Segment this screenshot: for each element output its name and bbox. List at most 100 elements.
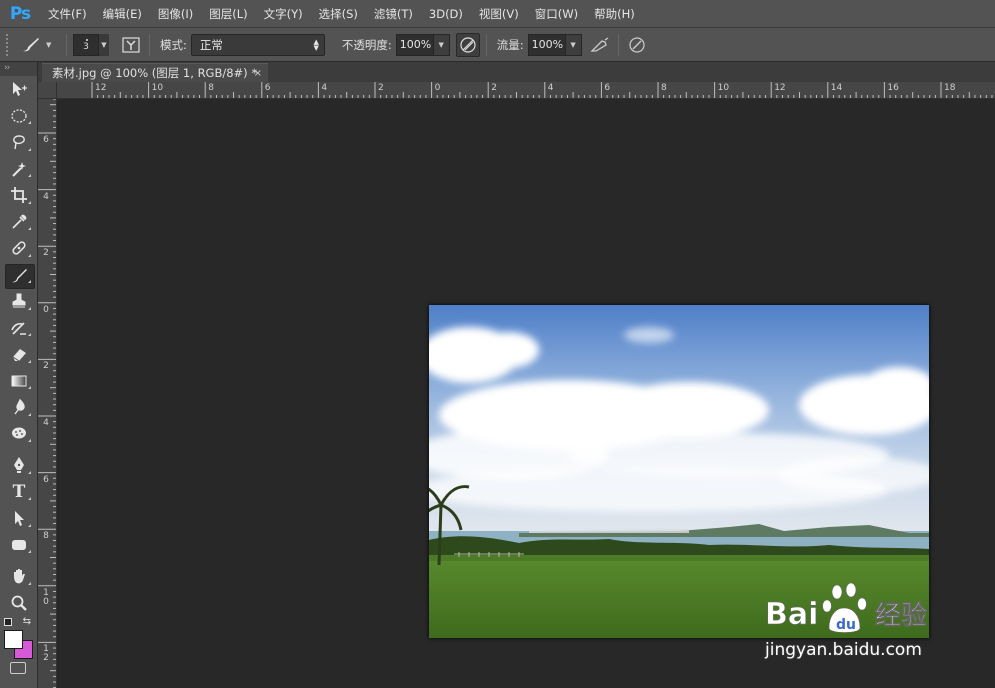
document-tab[interactable]: 素材.jpg @ 100% (图层 1, RGB/8#) * × [42, 63, 268, 82]
menu-file[interactable]: 文件(F) [40, 0, 95, 28]
rounded-rectangle-icon [12, 539, 26, 550]
eyedropper-icon [12, 214, 27, 229]
tool-group-indicator [28, 147, 31, 151]
sponge-icon [12, 427, 26, 439]
document-tab-bar: 素材.jpg @ 100% (图层 1, RGB/8#) * × [38, 62, 995, 82]
tool-group-indicator [28, 581, 31, 585]
brush-size-picker[interactable]: 3 ▼ [73, 33, 111, 57]
tool-group-indicator [28, 470, 31, 474]
mode-select[interactable]: 正常 ▲ ▼ [190, 33, 325, 56]
options-separator [149, 33, 150, 56]
lasso-tool[interactable] [0, 129, 38, 156]
menu-bar: Ps 文件(F) 编辑(E) 图像(I) 图层(L) 文字(Y) 选择(S) 滤… [0, 0, 995, 28]
ruler-tick-label: 4 [547, 83, 554, 93]
airbrush-button[interactable] [588, 33, 612, 57]
chevron-down-icon: ▼ [46, 40, 52, 49]
hand-icon [14, 569, 25, 584]
type-tool-glyph: T [12, 481, 26, 502]
ruler-vertical[interactable]: 6 4 2 0 2 4 6 8 10 12 [38, 99, 57, 688]
tool-group-indicator [28, 439, 31, 442]
menu-layer[interactable]: 图层(L) [201, 0, 255, 28]
ruler-origin[interactable] [38, 82, 57, 99]
flow-field[interactable]: 100% ▼ [527, 33, 582, 56]
flow-value[interactable]: 100% [527, 33, 566, 56]
default-colors-icon[interactable] [4, 618, 12, 626]
clone-stamp-tool[interactable] [0, 288, 38, 315]
tool-group-indicator [28, 497, 31, 500]
ruler-tick-label: 2 [378, 83, 384, 93]
options-separator [485, 33, 487, 56]
document-image[interactable] [429, 305, 929, 638]
menu-help[interactable]: 帮助(H) [586, 0, 643, 28]
options-bar-grip[interactable] [6, 33, 12, 56]
menu-select[interactable]: 选择(S) [311, 0, 366, 28]
color-swatches: ⇆ [0, 616, 37, 674]
ruler-tick-label: 8 [208, 83, 214, 93]
dodge-tool[interactable] [0, 421, 38, 448]
blur-drop-icon [14, 398, 25, 415]
eraser-icon [12, 349, 26, 362]
pen-tool[interactable] [0, 452, 38, 479]
type-tool[interactable]: T [0, 479, 38, 506]
ruler-tick-label: 4 [43, 418, 49, 428]
menu-view[interactable]: 视图(V) [471, 0, 527, 28]
pressure-opacity-button[interactable] [455, 32, 480, 57]
history-brush-tool[interactable] [0, 315, 38, 342]
ruler-tick-label: 6 [43, 135, 49, 145]
ruler-tick-label: 8 [43, 531, 49, 542]
menu-image[interactable]: 图像(I) [150, 0, 201, 28]
chevron-down-icon[interactable]: ▼ [433, 33, 450, 56]
ruler-tick-label: 4 [321, 83, 328, 93]
eyedropper-tool[interactable] [0, 209, 38, 236]
menu-edit[interactable]: 编辑(E) [95, 0, 150, 28]
tool-group-indicator [28, 253, 31, 257]
healing-brush-tool[interactable] [0, 235, 38, 262]
tool-preset-picker[interactable]: ▼ [20, 32, 60, 58]
path-selection-tool[interactable] [0, 505, 38, 532]
ruler-tick-label: 8 [661, 83, 667, 93]
swap-colors-icon[interactable]: ⇆ [23, 616, 31, 627]
rectangle-tool[interactable] [0, 532, 38, 559]
brush-panel-toggle[interactable] [119, 33, 143, 57]
ruler-tick-label: 2 [43, 248, 49, 259]
menu-filter[interactable]: 滤镜(T) [366, 0, 421, 28]
document-canvas[interactable] [57, 99, 995, 688]
chevron-down-icon: ▼ [99, 33, 109, 56]
gradient-tool[interactable] [0, 368, 38, 395]
ruler-horizontal[interactable]: 12 10 8 6 4 2 0 2 4 6 8 10 12 14 16 18 [57, 82, 995, 99]
opacity-value[interactable]: 100% [395, 33, 434, 56]
options-separator [617, 33, 619, 56]
hand-tool[interactable] [0, 563, 38, 590]
tools-panel-collapse[interactable]: ›› [0, 62, 37, 76]
menu-type[interactable]: 文字(Y) [256, 0, 311, 28]
brush-tool[interactable] [0, 262, 38, 288]
opacity-label: 不透明度: [341, 37, 392, 52]
crop-tool[interactable] [0, 182, 38, 209]
menu-3d[interactable]: 3D(D) [421, 0, 471, 28]
ruler-tick-label: 16 [887, 83, 899, 93]
ruler-tick-label: 12 [95, 83, 107, 93]
close-icon[interactable]: × [254, 64, 262, 83]
foreground-color-swatch[interactable] [4, 630, 23, 649]
ruler-tick-label: 10 [43, 587, 49, 607]
move-icon [13, 82, 27, 97]
pressure-size-button[interactable] [625, 33, 649, 57]
tool-group-indicator [28, 333, 31, 336]
eraser-tool[interactable] [0, 341, 38, 368]
magic-wand-icon [12, 161, 26, 177]
ruler-tick-label: 2 [43, 361, 49, 372]
mode-label: 模式: [160, 37, 187, 52]
quick-mask-icon[interactable] [10, 662, 26, 674]
tool-group-indicator [28, 386, 31, 389]
tools-panel: ›› T ⇆ [0, 62, 38, 688]
magic-wand-tool[interactable] [0, 156, 38, 183]
elliptical-marquee-tool[interactable] [0, 103, 38, 130]
zoom-magnifier-icon [11, 595, 27, 611]
opacity-field[interactable]: 100% ▼ [395, 33, 450, 56]
zoom-tool[interactable] [0, 590, 38, 617]
blur-tool[interactable] [0, 394, 38, 421]
pressure-pen-icon [629, 36, 645, 53]
move-tool[interactable] [0, 76, 38, 103]
menu-window[interactable]: 窗口(W) [527, 0, 586, 28]
chevron-down-icon[interactable]: ▼ [565, 33, 582, 56]
